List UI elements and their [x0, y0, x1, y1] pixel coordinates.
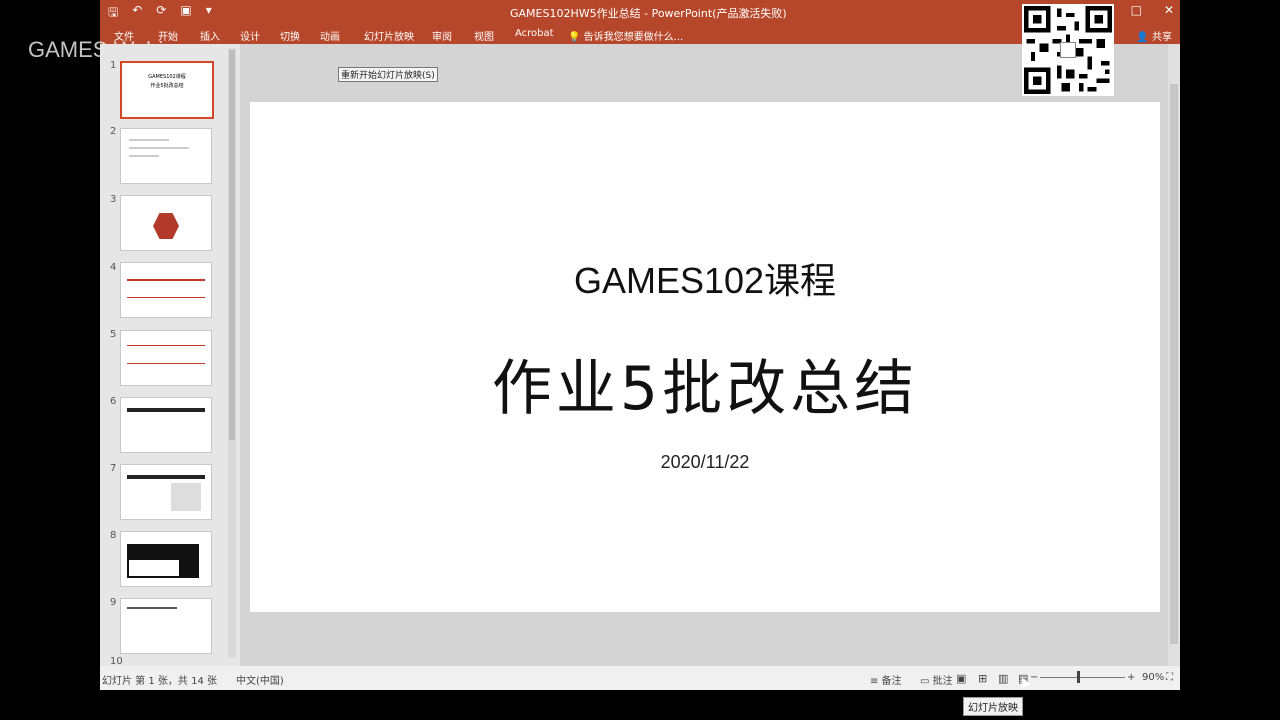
tab-view[interactable]: 视图	[474, 28, 494, 43]
zoom-slider-handle[interactable]	[1077, 671, 1080, 683]
slide-counter: 幻灯片 第 1 张，共 14 张	[102, 676, 217, 687]
comments-button[interactable]: ▭ 批注	[920, 672, 953, 687]
lightbulb-icon: 💡	[568, 32, 581, 43]
tab-slideshow[interactable]: 幻灯片放映	[364, 28, 414, 43]
thumbnail-image	[171, 483, 201, 511]
quick-access-toolbar: 🖫 ↶ ⟳ ▣ ▾	[108, 3, 212, 24]
slide-thumbnail-3[interactable]	[120, 195, 212, 251]
thumbnail-text-line	[129, 155, 159, 157]
notes-button[interactable]: ≡ 备注	[870, 672, 902, 687]
zoom-level[interactable]: 90%	[1142, 672, 1164, 683]
slide-thumbnail-4[interactable]	[120, 262, 212, 318]
tab-review[interactable]: 审阅	[432, 28, 452, 43]
maximize-button[interactable]: □	[1131, 3, 1142, 17]
thumbnail-rule	[127, 363, 205, 364]
share-button[interactable]: 👤 共享	[1136, 28, 1172, 43]
slide-thumbnail-7[interactable]	[120, 464, 212, 520]
thumbnail-text-line	[127, 607, 177, 609]
thumbnail-header-bar	[127, 408, 205, 412]
ribbon-tabs: 文件 开始 插入 设计 切换 动画 幻灯片放映 审阅 视图 Acrobat 💡 …	[100, 24, 1180, 44]
slide-sorter-icon[interactable]: ⊞	[978, 672, 987, 685]
thumb-number: 9	[110, 597, 117, 608]
zoom-in-icon[interactable]: +	[1127, 672, 1135, 683]
redo-icon[interactable]: ⟳	[156, 3, 166, 24]
present-icon[interactable]: ▣	[180, 3, 191, 24]
tab-animations[interactable]: 动画	[320, 28, 340, 43]
undo-icon[interactable]: ↶	[132, 3, 142, 24]
thumb-number: 3	[110, 194, 117, 205]
thumb-number: 6	[110, 396, 117, 407]
vertical-scrollbar[interactable]	[1168, 44, 1180, 666]
tell-me-text: 告诉我您想要做什么...	[583, 32, 684, 43]
zoom-out-icon[interactable]: −	[1030, 672, 1038, 683]
watermark-text: GAMES Webinar	[28, 37, 196, 62]
thumbnail-text-line	[129, 139, 169, 141]
tab-transitions[interactable]: 切换	[280, 28, 300, 43]
thumbnail-rule	[127, 345, 205, 346]
user-icon: 👤	[1136, 32, 1149, 43]
fit-to-window-icon[interactable]: ⛶	[1166, 672, 1173, 683]
thumb-number: 5	[110, 329, 117, 340]
title-bar: 🖫 ↶ ⟳ ▣ ▾ GAMES102HW5作业总结 - PowerPoint(产…	[100, 0, 1180, 24]
slide-thumbnail-2[interactable]	[120, 128, 212, 184]
slide-thumbnail-5[interactable]	[120, 330, 212, 386]
thumbnail-title: GAMES102课程 作业5批改总结	[148, 74, 186, 89]
scrollbar-thumb[interactable]	[229, 50, 235, 440]
thumbnail-hexagon	[153, 213, 179, 239]
thumbnail-text-line	[129, 147, 189, 149]
slide-thumbnail-pane: 1 GAMES102课程 作业5批改总结 2 3 4 5 6 7 8 9 10	[100, 44, 238, 667]
tab-acrobat[interactable]: Acrobat	[515, 28, 554, 39]
slide-thumbnail-9[interactable]	[120, 598, 212, 654]
scrollbar-thumb[interactable]	[1170, 84, 1178, 644]
language-indicator[interactable]: 中文(中国)	[236, 672, 284, 687]
thumb-number: 2	[110, 126, 117, 137]
slide-thumbnail-1[interactable]: GAMES102课程 作业5批改总结	[120, 61, 214, 119]
slide-thumbnail-6[interactable]	[120, 397, 212, 453]
customize-qat-icon[interactable]: ▾	[206, 3, 212, 24]
thumbnail-white-box	[129, 560, 179, 576]
qr-code	[1022, 4, 1114, 96]
slide-editing-area: GAMES102课程 作业5批改总结 2020/11/22	[240, 44, 1168, 666]
thumb-number: 8	[110, 530, 117, 541]
restart-slideshow-tooltip: 重新开始幻灯片放映(S)	[338, 67, 438, 82]
reading-view-icon[interactable]: ▥	[998, 672, 1008, 685]
thumbnail-scrollbar[interactable]	[228, 48, 236, 658]
document-title: GAMES102HW5作业总结 - PowerPoint(产品激活失败)	[510, 7, 787, 20]
powerpoint-window: 🖫 ↶ ⟳ ▣ ▾ GAMES102HW5作业总结 - PowerPoint(产…	[100, 0, 1180, 690]
thumb-number: 7	[110, 463, 117, 474]
thumb-number: 4	[110, 262, 117, 273]
slide-course-name[interactable]: GAMES102课程	[250, 252, 1160, 304]
share-label: 共享	[1152, 32, 1172, 43]
tab-design[interactable]: 设计	[240, 28, 260, 43]
thumbnail-header-bar	[127, 475, 205, 479]
normal-view-icon[interactable]: ▣	[956, 672, 966, 685]
save-icon[interactable]: 🖫	[108, 3, 118, 24]
thumbnail-rule	[127, 297, 205, 298]
slide-thumbnail-8[interactable]	[120, 531, 212, 587]
slide-date[interactable]: 2020/11/22	[250, 452, 1160, 473]
zoom-slider[interactable]	[1040, 677, 1125, 678]
close-button[interactable]: ✕	[1164, 3, 1174, 17]
slideshow-tooltip: 幻灯片放映	[963, 697, 1023, 716]
slide-1[interactable]: GAMES102课程 作业5批改总结 2020/11/22	[250, 102, 1160, 612]
slide-title[interactable]: 作业5批改总结	[250, 340, 1160, 427]
tab-insert[interactable]: 插入	[200, 28, 220, 43]
thumbnail-rule	[127, 279, 205, 281]
tell-me-box[interactable]: 💡 告诉我您想要做什么...	[568, 28, 683, 43]
